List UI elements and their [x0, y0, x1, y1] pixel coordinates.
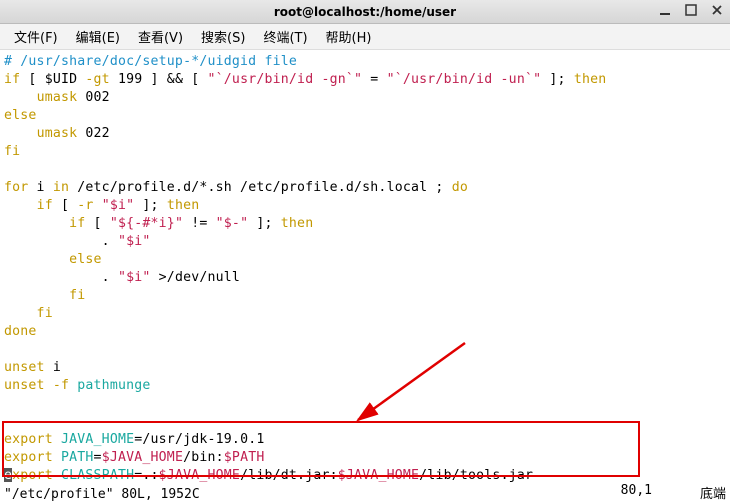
menu-search[interactable]: 搜索(S) [193, 25, 253, 48]
code-line: # /usr/share/doc/setup-*/uidgid file [4, 54, 297, 69]
menu-edit[interactable]: 编辑(E) [68, 25, 128, 48]
menu-file[interactable]: 文件(F) [6, 25, 66, 48]
window-controls [658, 3, 724, 17]
text-cursor: e [4, 468, 12, 483]
vim-statusbar: "/etc/profile" 80L, 1952C 80,1 底端 [0, 482, 730, 502]
window-titlebar: root@localhost:/home/user [0, 0, 730, 24]
menu-help[interactable]: 帮助(H) [318, 25, 380, 48]
menu-view[interactable]: 查看(V) [130, 25, 191, 48]
status-file: "/etc/profile" 80L, 1952C [4, 487, 200, 502]
minimize-button[interactable] [658, 3, 672, 17]
menu-terminal[interactable]: 终端(T) [255, 25, 315, 48]
window-title: root@localhost:/home/user [274, 5, 456, 19]
status-cursor-pos: 80,1 [621, 483, 652, 502]
menubar: 文件(F) 编辑(E) 查看(V) 搜索(S) 终端(T) 帮助(H) [0, 24, 730, 50]
maximize-button[interactable] [684, 3, 698, 17]
status-relative-pos: 底端 [700, 483, 726, 502]
editor-content[interactable]: # /usr/share/doc/setup-*/uidgid file if … [0, 50, 730, 485]
close-button[interactable] [710, 3, 724, 17]
